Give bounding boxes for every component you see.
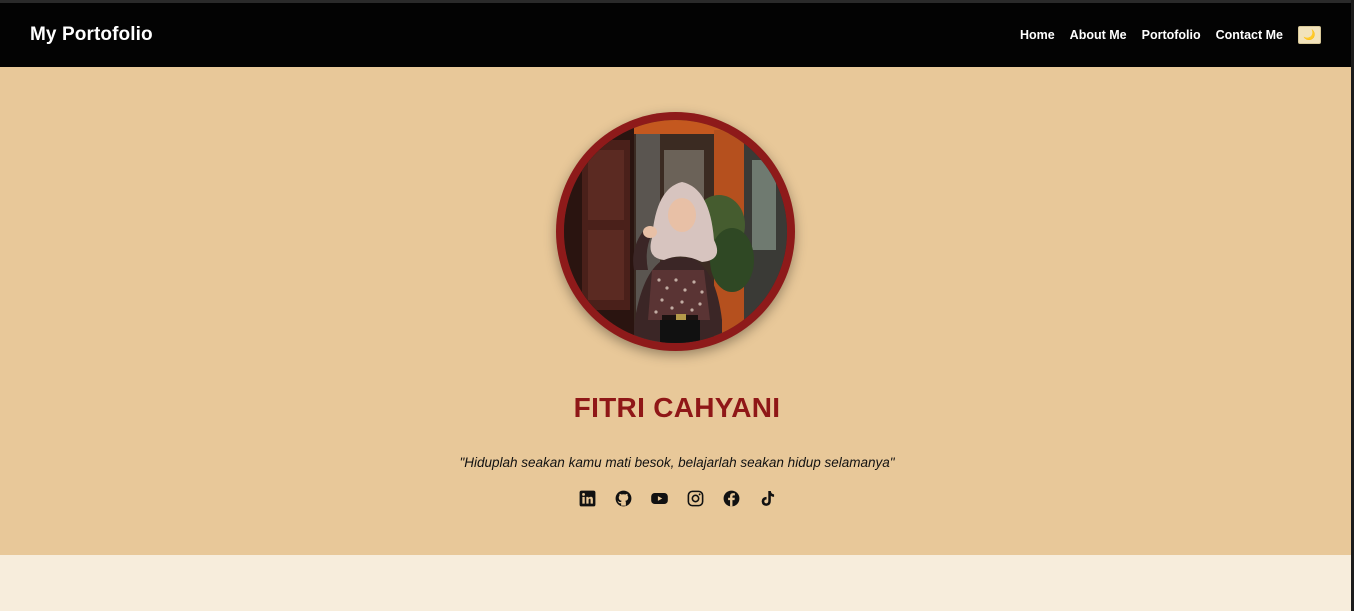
hero-section: FITRI CAHYANI "Hiduplah seakan kamu mati…: [0, 67, 1354, 555]
navbar: My Portofolio Home About Me Portofolio C…: [0, 3, 1354, 67]
nav-links: Home About Me Portofolio Contact Me 🌙: [1020, 26, 1321, 44]
theme-toggle-button[interactable]: 🌙: [1298, 26, 1321, 44]
facebook-icon[interactable]: [721, 488, 741, 508]
tiktok-icon[interactable]: [757, 488, 777, 508]
hero-name: FITRI CAHYANI: [573, 392, 781, 423]
nav-contact-me[interactable]: Contact Me: [1216, 28, 1283, 42]
instagram-icon[interactable]: [685, 488, 705, 508]
nav-portofolio[interactable]: Portofolio: [1142, 28, 1201, 42]
nav-about-me[interactable]: About Me: [1070, 28, 1127, 42]
hero-quote: "Hiduplah seakan kamu mati besok, belaja…: [459, 455, 895, 470]
profile-photo-frame: [556, 112, 795, 351]
profile-photo: [564, 120, 787, 343]
github-icon[interactable]: [613, 488, 633, 508]
nav-home[interactable]: Home: [1020, 28, 1055, 42]
moon-icon: 🌙: [1303, 29, 1316, 41]
next-section: [0, 555, 1354, 611]
youtube-icon[interactable]: [649, 488, 669, 508]
social-links: [0, 488, 1354, 508]
linkedin-icon[interactable]: [577, 488, 597, 508]
brand-logo[interactable]: My Portofolio: [30, 24, 153, 46]
page: My Portofolio Home About Me Portofolio C…: [0, 0, 1354, 611]
